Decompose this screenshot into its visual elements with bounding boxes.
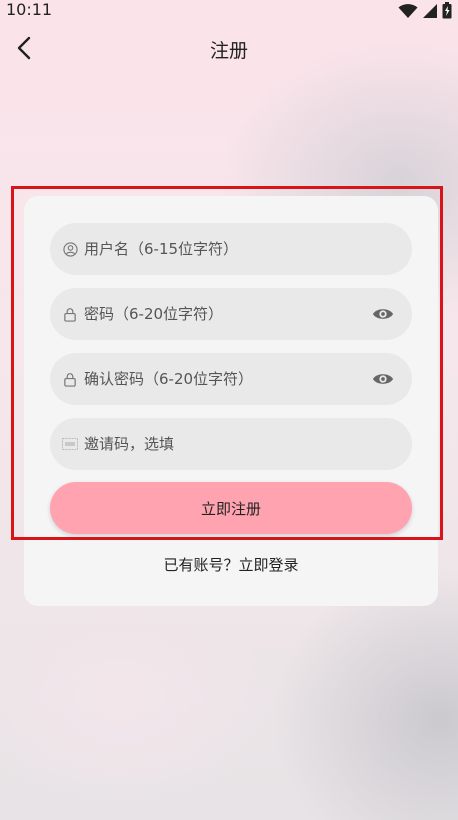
confirm-password-input[interactable] — [82, 358, 412, 400]
lock-icon — [62, 306, 78, 322]
invite-code-icon — [62, 436, 78, 452]
password-field[interactable] — [50, 288, 412, 340]
lock-icon — [62, 371, 78, 387]
status-bar: 10:11 — [0, 0, 458, 20]
status-icons — [398, 2, 452, 19]
eye-icon[interactable] — [372, 303, 394, 325]
login-link[interactable]: 已有账号？立即登录 — [24, 554, 438, 575]
top-bar: 注册 — [0, 28, 458, 68]
eye-icon[interactable] — [372, 368, 394, 390]
invite-code-input[interactable] — [82, 423, 412, 465]
page-title: 注册 — [209, 40, 248, 62]
battery-icon — [442, 2, 452, 19]
username-input[interactable] — [82, 228, 412, 270]
signal-icon — [423, 3, 437, 18]
username-field[interactable] — [50, 223, 412, 275]
user-icon — [62, 241, 78, 257]
invite-code-field[interactable] — [50, 418, 412, 470]
register-button[interactable]: 立即注册 — [50, 482, 412, 534]
password-input[interactable] — [82, 293, 412, 335]
register-card: 立即注册 已有账号？立即登录 — [24, 196, 438, 606]
status-time: 10:11 — [6, 0, 53, 19]
wifi-icon — [398, 3, 418, 18]
confirm-password-field[interactable] — [50, 353, 412, 405]
